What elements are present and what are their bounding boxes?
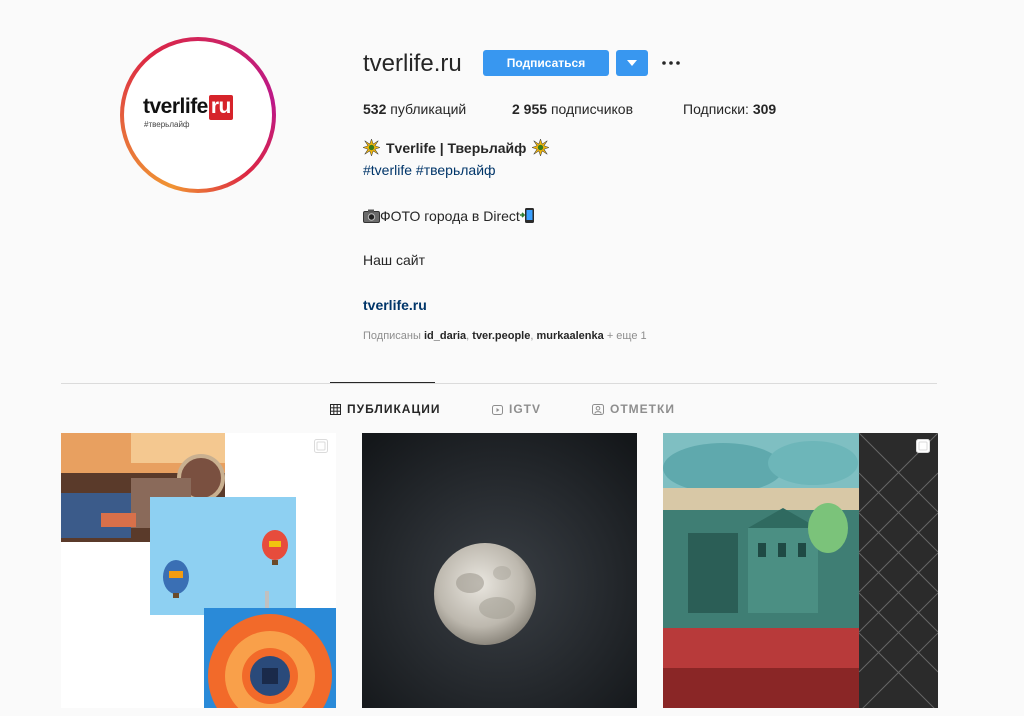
hashtag-link[interactable]: #tverlife	[363, 162, 412, 178]
bio-line-site: Наш сайт	[363, 252, 426, 268]
tverlife-logo: tverlife ru #тверьлайф	[143, 95, 253, 135]
chevron-down-icon	[627, 60, 637, 66]
tab-posts[interactable]: ПУБЛИКАЦИИ	[330, 402, 440, 416]
post-thumbnail[interactable]	[362, 433, 637, 708]
following-stat[interactable]: Подписки: 309	[683, 101, 776, 117]
post-image-moon	[362, 433, 637, 708]
sparkle-emoji-icon	[532, 139, 550, 156]
followers-count: 2 955	[512, 101, 548, 117]
follower-name: murkaalenka	[536, 330, 604, 342]
more-options-button[interactable]	[660, 52, 682, 74]
bio-hashtags: #tverlife #тверьлайф	[363, 162, 496, 178]
tagged-icon	[592, 403, 604, 415]
followed-by-more: + еще 1	[606, 330, 647, 342]
bio-name-text: Tverlife | Тверьлайф	[386, 139, 527, 156]
followers-label: подписчиков	[550, 101, 634, 117]
following-count: 309	[752, 101, 777, 117]
logo-subtitle: #тверьлайф	[144, 120, 190, 129]
posts-count: 532	[363, 101, 387, 117]
external-website-link[interactable]: tverlife.ru	[363, 297, 427, 313]
following-label: Подписки:	[683, 101, 749, 117]
tab-label: IGTV	[509, 402, 542, 416]
grid-icon	[330, 403, 341, 415]
logo-ru-badge: ru	[208, 95, 233, 120]
active-tab-indicator	[330, 382, 435, 383]
post-thumbnail[interactable]	[61, 433, 336, 708]
camera-emoji-icon	[363, 209, 380, 223]
logo-text: tverlife	[143, 95, 208, 118]
tab-label: ОТМЕТКИ	[610, 402, 675, 416]
post-thumbnail[interactable]	[663, 433, 938, 708]
follower-name: id_daria	[423, 330, 467, 342]
bio-line-photo: ФОТО города в Direct	[363, 207, 536, 224]
sparkle-emoji-icon	[363, 139, 380, 156]
avatar-inner: tverlife ru #тверьлайф	[124, 41, 272, 189]
tab-label: ПУБЛИКАЦИИ	[347, 402, 441, 416]
post-image-collage	[61, 433, 336, 708]
tab-tagged[interactable]: ОТМЕТКИ	[592, 402, 675, 416]
posts-label: публикаций	[390, 101, 467, 117]
followed-by-prefix: Подписаны	[363, 330, 421, 342]
followed-by[interactable]: Подписаны id_daria, tver.people, murkaal…	[363, 330, 647, 342]
carousel-icon	[314, 439, 328, 453]
hashtag-link[interactable]: #тверьлайф	[416, 162, 496, 178]
follower-name: tver.people	[472, 330, 531, 342]
followers-stat[interactable]: 2 955 подписчиков	[512, 101, 633, 117]
bio-fullname: Tverlife | Тверьлайф	[363, 139, 550, 156]
tabs-divider	[61, 383, 937, 384]
profile-username: tverlife.ru	[363, 50, 462, 77]
follow-button[interactable]: Подписаться	[483, 50, 609, 76]
suggestions-dropdown-button[interactable]	[616, 50, 648, 76]
post-image-mural	[663, 433, 938, 708]
bio-photo-text: ФОТО города в Direct	[380, 207, 520, 224]
posts-stat: 532 публикаций	[363, 101, 466, 117]
more-dots-icon	[662, 61, 680, 65]
profile-avatar[interactable]: tverlife ru #тверьлайф	[120, 37, 276, 193]
tab-igtv[interactable]: IGTV	[492, 402, 541, 416]
igtv-icon	[492, 404, 503, 415]
carousel-icon	[916, 439, 930, 453]
mobile-phone-emoji-icon	[519, 208, 534, 223]
